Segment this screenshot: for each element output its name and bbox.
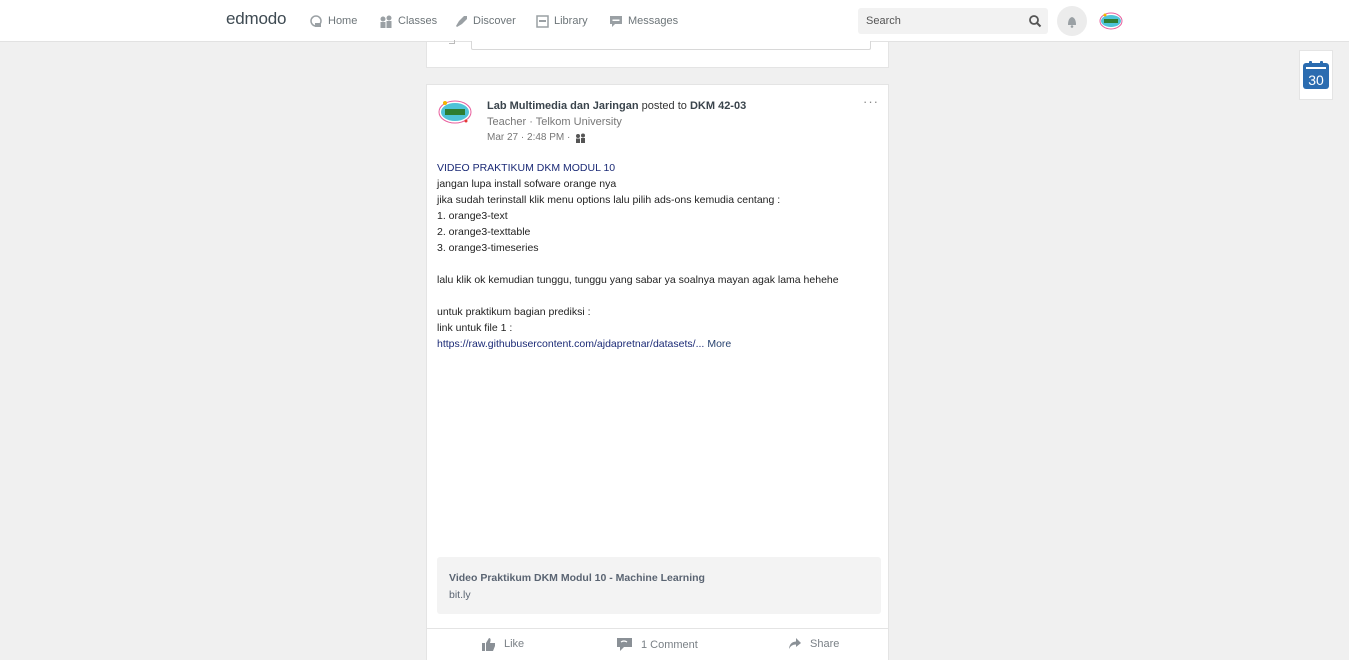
nav-classes-label: Classes <box>398 15 438 27</box>
search-icon[interactable] <box>1028 14 1042 28</box>
notifications-button[interactable] <box>1057 6 1087 36</box>
post-actions-bar: Like 1 Comment Share <box>427 628 888 660</box>
role-separator: · <box>529 116 533 128</box>
post-line: 1. orange3-text <box>437 210 508 222</box>
comment-count-label: 1 Comment <box>641 638 698 651</box>
nav-messages[interactable]: Messages <box>609 13 678 29</box>
edmodo-logo[interactable]: edmodo <box>226 9 286 29</box>
author-role: Teacher <box>487 116 527 128</box>
top-navigation-bar: edmodo Home Classes Discover Library Mes… <box>0 0 1349 42</box>
post-line: lalu klik ok kemudian tunggu, tunggu yan… <box>437 274 839 286</box>
calendar-icon: 30 <box>1303 61 1329 89</box>
post-composer <box>426 40 889 68</box>
calendar-widget[interactable]: 30 <box>1299 50 1333 100</box>
post-line: 2. orange3-texttable <box>437 226 531 238</box>
like-label: Like <box>504 638 525 650</box>
post-line: 3. orange3-timeseries <box>437 242 539 254</box>
nav-messages-label: Messages <box>628 15 679 27</box>
calendar-day: 30 <box>1308 72 1324 88</box>
nav-home[interactable]: Home <box>310 13 357 29</box>
rocket-icon <box>456 15 467 27</box>
post-card: Lab Multimedia dan Jaringan posted to DK… <box>426 84 889 660</box>
share-label: Share <box>810 637 840 650</box>
home-icon <box>310 14 322 27</box>
library-icon <box>536 14 549 28</box>
post-options-menu[interactable]: ··· <box>863 94 879 109</box>
nav-discover[interactable]: Discover <box>454 13 516 29</box>
post-line-blank <box>437 256 877 272</box>
share-button[interactable]: Share <box>788 637 839 650</box>
post-author-line: Lab Multimedia dan Jaringan posted to DK… <box>487 100 746 112</box>
nav-discover-label: Discover <box>473 15 516 27</box>
post-body: VIDEO PRAKTIKUM DKM MODUL 10 jangan lupa… <box>437 160 877 352</box>
classes-icon <box>380 15 392 28</box>
attachment-title: Video Praktikum DKM Modul 10 - Machine L… <box>449 572 705 584</box>
audience-icon <box>576 133 586 143</box>
post-line: link untuk file 1 : <box>437 322 513 334</box>
messages-icon <box>610 15 622 27</box>
author-name[interactable]: Lab Multimedia dan Jaringan <box>487 100 639 112</box>
composer-input[interactable] <box>471 41 871 50</box>
share-icon <box>789 638 801 649</box>
like-button[interactable]: Like <box>481 637 524 651</box>
bell-icon <box>1068 16 1076 28</box>
posted-to-text: posted to <box>641 100 687 112</box>
author-avatar[interactable] <box>437 98 473 126</box>
nav-library[interactable]: Library <box>536 13 588 29</box>
search-box <box>858 8 1048 34</box>
thumbs-up-icon <box>482 638 495 651</box>
post-timestamp[interactable]: Mar 27 · 2:48 PM · <box>487 132 570 143</box>
attachment-domain: bit.ly <box>449 589 471 601</box>
nav-classes[interactable]: Classes <box>379 13 437 29</box>
author-role-line: Teacher · Telkom University <box>487 116 622 128</box>
search-input[interactable] <box>858 8 1018 34</box>
user-avatar[interactable] <box>1099 9 1123 33</box>
comment-icon <box>617 638 632 651</box>
group-name[interactable]: DKM 42-03 <box>690 100 746 112</box>
dataset-link[interactable]: https://raw.githubusercontent.com/ajdapr… <box>437 338 704 350</box>
post-link-line: https://raw.githubusercontent.com/ajdapr… <box>437 336 877 352</box>
more-link[interactable]: More <box>707 338 731 350</box>
nav-home-label: Home <box>328 15 358 27</box>
nav-library-label: Library <box>554 15 588 27</box>
composer-avatar-edge <box>449 40 455 44</box>
post-line: VIDEO PRAKTIKUM DKM MODUL 10 <box>437 162 616 174</box>
post-line: untuk praktikum bagian prediksi : <box>437 306 591 318</box>
post-timestamp-line: Mar 27 · 2:48 PM · <box>487 132 586 143</box>
post-line-blank <box>437 288 877 304</box>
comment-button[interactable]: 1 Comment <box>616 637 698 652</box>
author-school: Telkom University <box>535 116 622 128</box>
post-line: jangan lupa install sofware orange nya <box>437 178 617 190</box>
attachment-link-card[interactable]: Video Praktikum DKM Modul 10 - Machine L… <box>437 557 881 614</box>
post-line: jika sudah terinstall klik menu options … <box>437 194 781 206</box>
